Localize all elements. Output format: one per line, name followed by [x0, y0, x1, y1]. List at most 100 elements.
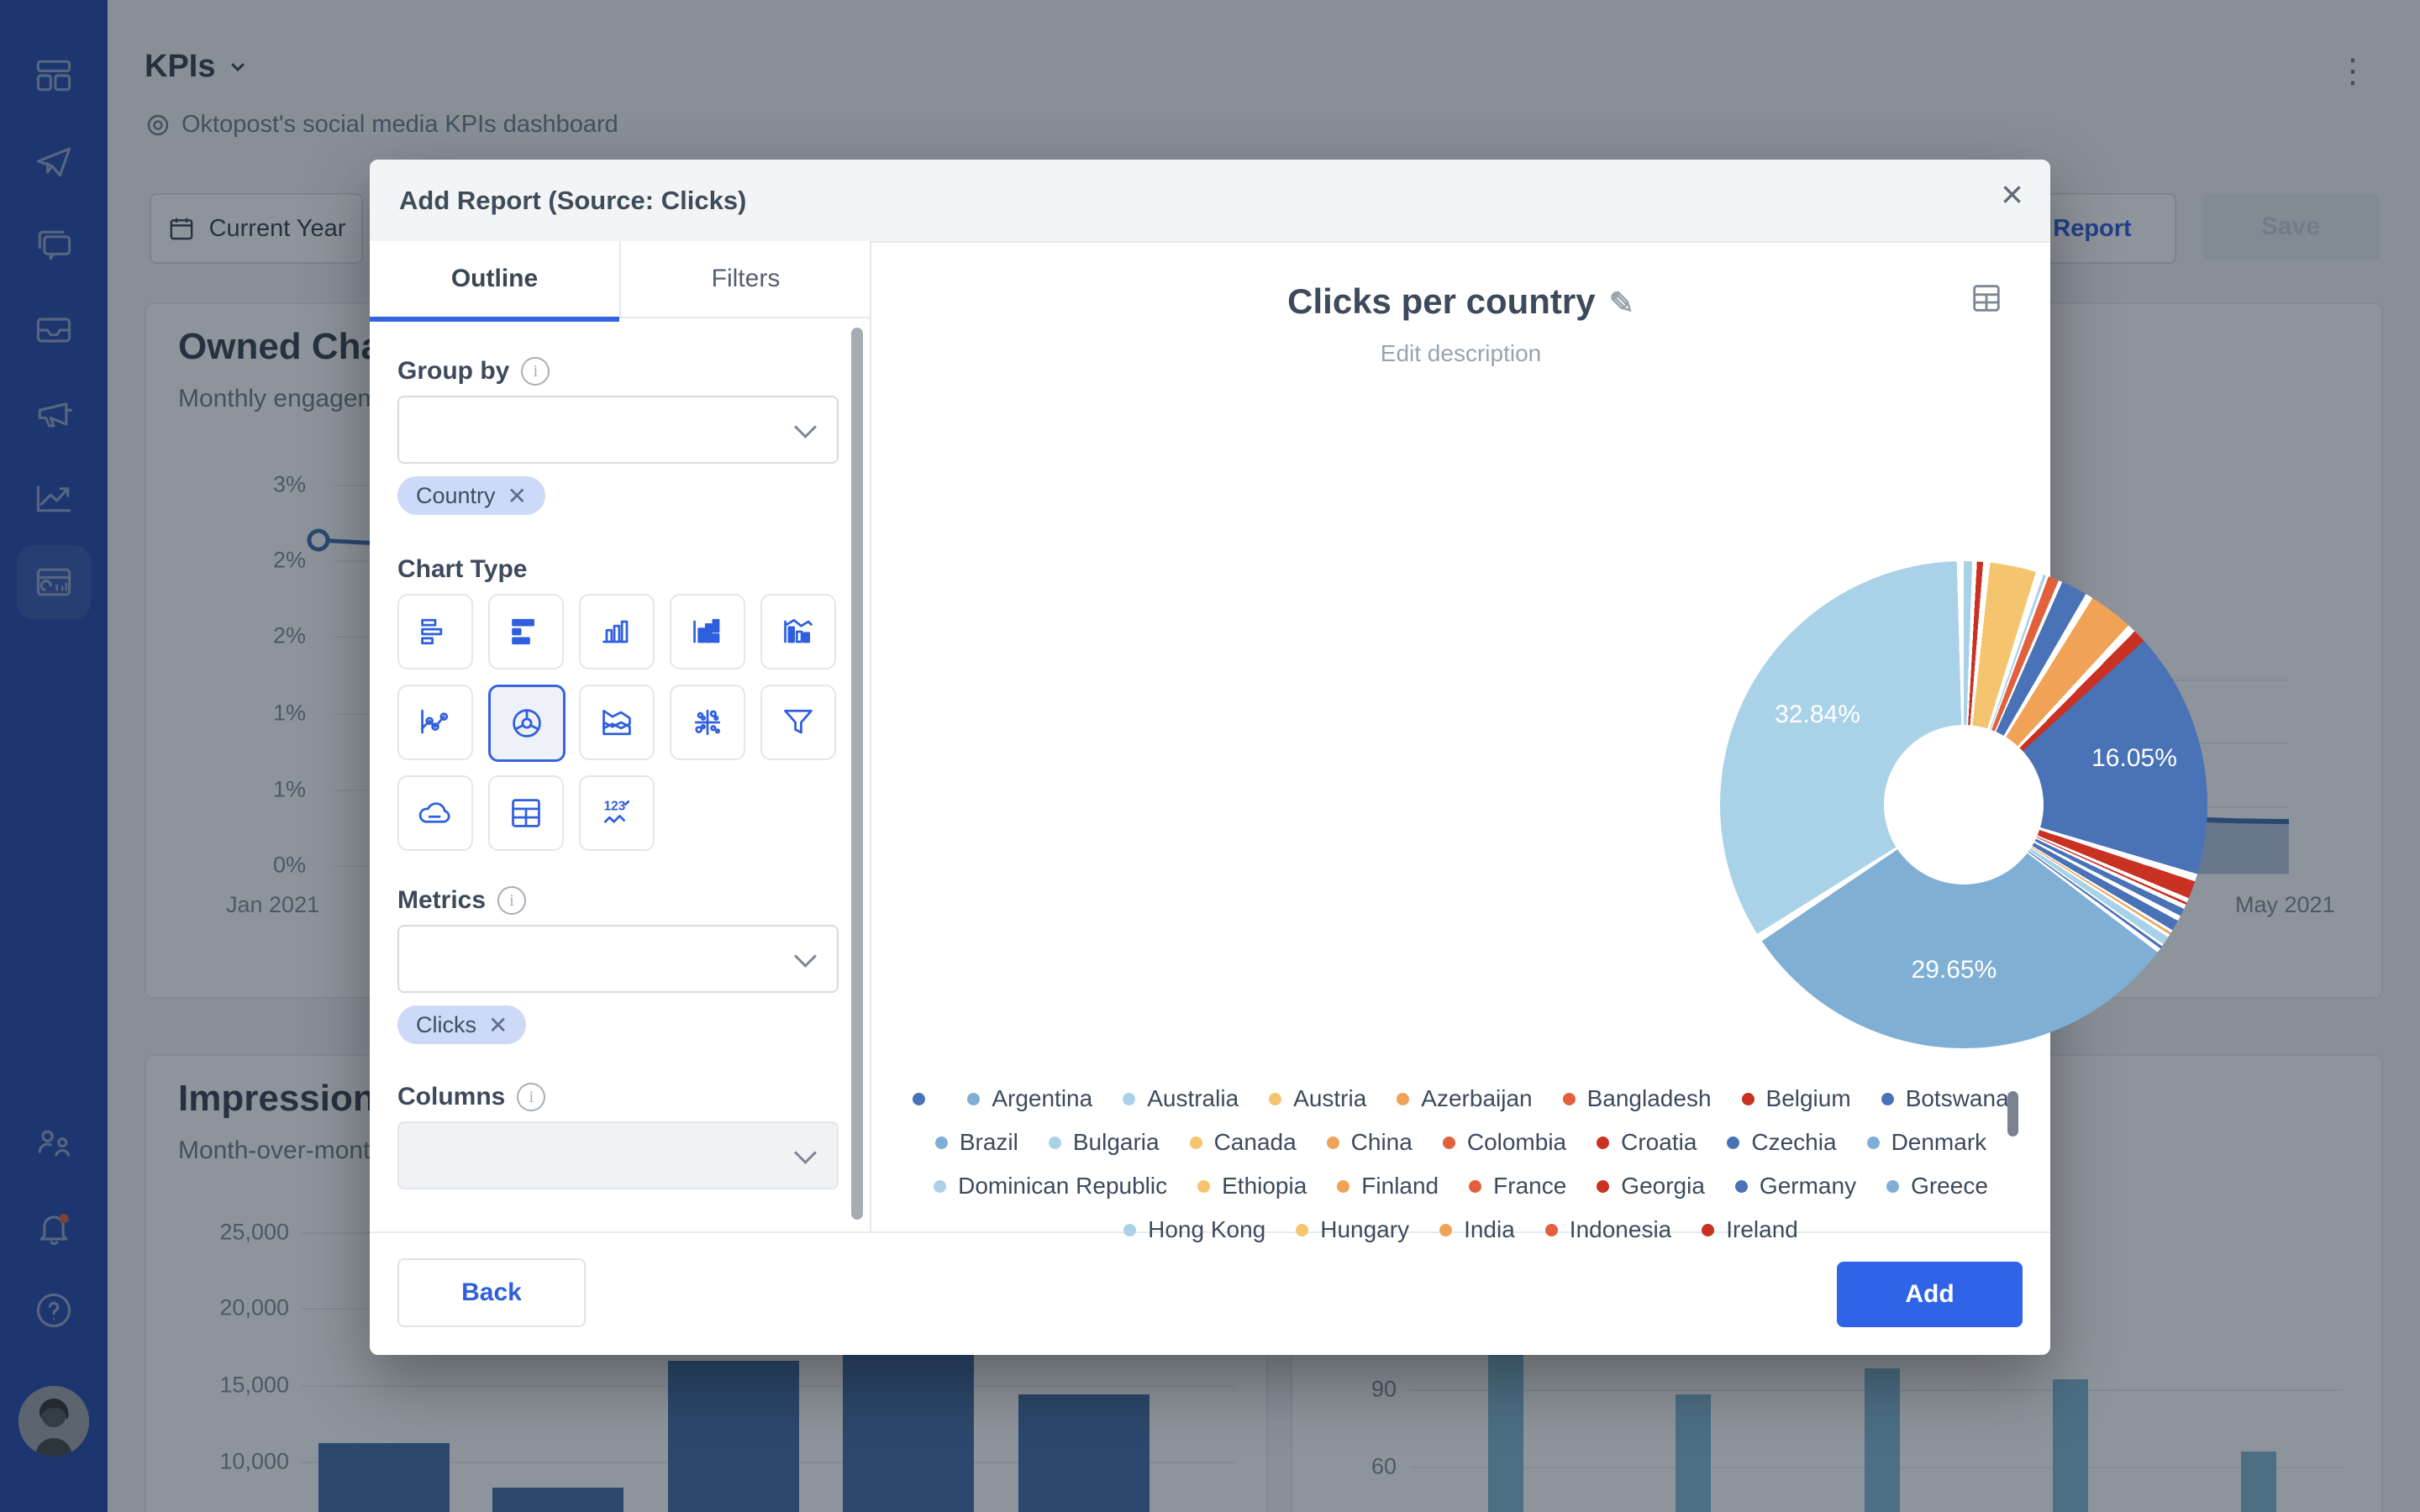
legend-item[interactable]: Dominican Republic: [934, 1168, 1167, 1204]
back-button[interactable]: Back: [397, 1258, 586, 1327]
chart-type-label: Chart Type: [397, 555, 527, 584]
info-icon[interactable]: i: [497, 886, 526, 915]
legend-item[interactable]: China: [1327, 1125, 1413, 1160]
legend-item[interactable]: Argentina: [967, 1081, 1092, 1116]
legend-item[interactable]: Ethiopia: [1197, 1168, 1307, 1204]
columns-select[interactable]: [397, 1121, 839, 1189]
legend-label: Greece: [1911, 1173, 1988, 1200]
chart-type-column-line[interactable]: [760, 594, 836, 669]
legend-dot: [1886, 1180, 1899, 1193]
legend-label: Azerbaijan: [1421, 1085, 1532, 1112]
donut-chart[interactable]: 32.84% 16.05% 29.65%: [1720, 561, 2207, 1048]
info-icon[interactable]: i: [521, 357, 550, 386]
legend-item[interactable]: Finland: [1337, 1168, 1439, 1204]
bar-horizontal-stacked-icon: [506, 612, 546, 652]
legend-item[interactable]: Croatia: [1597, 1125, 1697, 1160]
chart-type-table[interactable]: [488, 775, 564, 851]
panel-scrollbar[interactable]: [851, 328, 863, 1220]
legend-item[interactable]: Hungary: [1296, 1212, 1409, 1247]
chart-type-number-summary[interactable]: 123: [579, 775, 655, 851]
chart-type-donut[interactable]: [488, 685, 566, 762]
group-by-chip[interactable]: Country✕: [397, 476, 545, 515]
chart-type-bar-horizontal-stacked[interactable]: [488, 594, 564, 669]
metrics-label: Metricsi: [397, 886, 526, 915]
chart-type-column[interactable]: [579, 594, 655, 669]
chevron-down-icon: [794, 416, 817, 438]
chart-type-scatter[interactable]: [670, 685, 745, 760]
funnel-icon: [778, 702, 818, 743]
group-by-select[interactable]: [397, 396, 839, 464]
add-button[interactable]: Add: [1837, 1262, 2023, 1327]
legend-dot: [1049, 1137, 1061, 1149]
legend-dot: [1123, 1224, 1136, 1236]
legend-item[interactable]: Ireland: [1702, 1212, 1798, 1247]
metrics-select[interactable]: [397, 925, 839, 993]
legend-item[interactable]: Denmark: [1867, 1125, 1987, 1160]
legend-dot: [1269, 1093, 1281, 1105]
legend-item[interactable]: Germany: [1735, 1168, 1856, 1204]
legend-item[interactable]: Georgia: [1597, 1168, 1705, 1204]
legend-item[interactable]: Indonesia: [1545, 1212, 1671, 1247]
legend-dot: [1469, 1180, 1481, 1193]
legend-dot: [1190, 1137, 1202, 1149]
legend-dot: [935, 1137, 948, 1149]
slice-label: 29.65%: [1912, 956, 1997, 984]
remove-chip-icon[interactable]: ✕: [488, 1011, 508, 1039]
legend-scrollbar[interactable]: [2007, 1091, 2018, 1137]
info-icon[interactable]: i: [517, 1083, 545, 1111]
add-report-modal: Add Report (Source: Clicks) × Outline Fi…: [370, 160, 2050, 1355]
legend-item[interactable]: Austria: [1269, 1081, 1366, 1116]
slice-label: 16.05%: [2091, 744, 2177, 773]
legend-item[interactable]: France: [1469, 1168, 1566, 1204]
chart-type-word-cloud[interactable]: [397, 775, 473, 851]
legend-label: Hong Kong: [1148, 1216, 1265, 1243]
legend-label: Colombia: [1467, 1129, 1566, 1156]
legend-item[interactable]: [913, 1081, 937, 1116]
legend-label: Belgium: [1766, 1085, 1851, 1112]
legend-label: Finland: [1361, 1173, 1439, 1200]
legend-item[interactable]: Australia: [1123, 1081, 1239, 1116]
legend-item[interactable]: Hong Kong: [1123, 1212, 1265, 1247]
legend-dot: [934, 1180, 946, 1193]
chart-type-column-stacked[interactable]: [670, 594, 745, 669]
legend-item[interactable]: Botswana: [1881, 1081, 2009, 1116]
tab-filters[interactable]: Filters: [619, 241, 871, 318]
table-view-icon[interactable]: [1970, 281, 2003, 319]
legend-item[interactable]: Bulgaria: [1049, 1125, 1160, 1160]
tab-outline[interactable]: Outline: [370, 241, 619, 322]
chart-type-bar-horizontal[interactable]: [397, 594, 473, 669]
legend-label: China: [1351, 1129, 1413, 1156]
edit-description[interactable]: Edit description: [871, 340, 2050, 367]
columns-label: Columnsi: [397, 1083, 545, 1111]
legend-item[interactable]: Bangladesh: [1563, 1081, 1712, 1116]
close-icon[interactable]: ×: [2001, 175, 2023, 213]
legend-item[interactable]: Greece: [1886, 1168, 1988, 1204]
legend-item[interactable]: Belgium: [1742, 1081, 1851, 1116]
legend-item[interactable]: Colombia: [1443, 1125, 1566, 1160]
chart-type-line[interactable]: [397, 685, 473, 760]
legend-item[interactable]: Azerbaijan: [1397, 1081, 1532, 1116]
legend-dot: [1337, 1180, 1349, 1193]
legend-label: Brazil: [960, 1129, 1018, 1156]
legend-item[interactable]: Canada: [1190, 1125, 1297, 1160]
legend-item[interactable]: Czechia: [1727, 1125, 1836, 1160]
chart-type-area[interactable]: [579, 685, 655, 760]
metrics-chip[interactable]: Clicks✕: [397, 1005, 526, 1044]
legend-dot: [1597, 1180, 1609, 1193]
remove-chip-icon[interactable]: ✕: [508, 482, 527, 510]
column-stacked-icon: [687, 612, 728, 652]
edit-pencil-icon[interactable]: ✎: [1609, 286, 1634, 320]
legend-label: Ethiopia: [1222, 1173, 1307, 1200]
legend-item[interactable]: India: [1439, 1212, 1515, 1247]
legend-label: Botswana: [1906, 1085, 2009, 1112]
preview-panel: Clicks per country✎ Edit description 32.…: [871, 241, 2050, 1233]
legend-item[interactable]: Brazil: [935, 1125, 1018, 1160]
legend-dot: [1702, 1224, 1714, 1236]
slice-label: 32.84%: [1775, 701, 1860, 729]
chart-type-funnel[interactable]: [760, 685, 836, 760]
legend-label: France: [1493, 1173, 1566, 1200]
modal-header: Add Report (Source: Clicks) ×: [370, 160, 2050, 243]
number-summary-icon: 123: [597, 793, 637, 833]
word-cloud-icon: [415, 793, 455, 833]
legend-label: Australia: [1147, 1085, 1239, 1112]
